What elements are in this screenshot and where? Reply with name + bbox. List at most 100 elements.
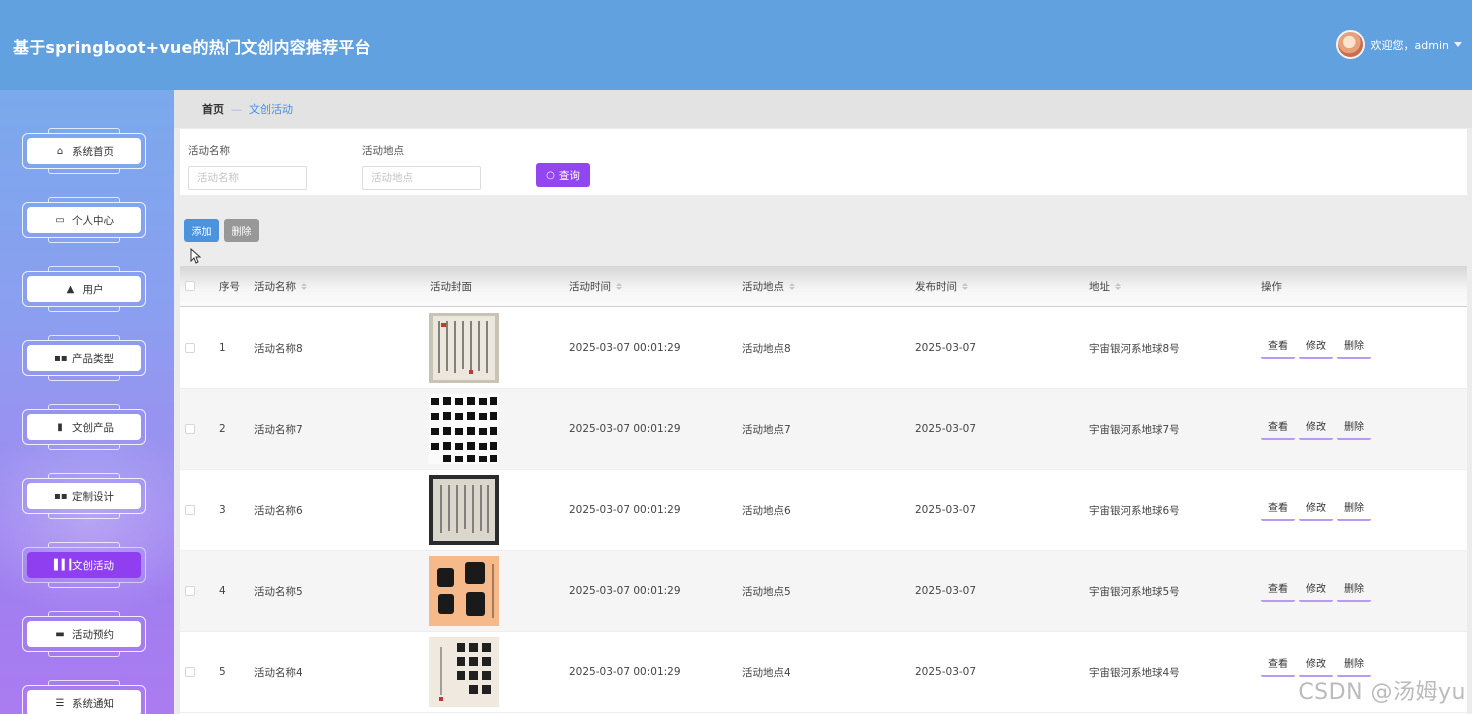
breadcrumb-separator: — — [231, 102, 242, 116]
sort-icon[interactable] — [301, 282, 307, 290]
delete-button[interactable]: 删除 — [1337, 337, 1371, 359]
view-button[interactable]: 查看 — [1261, 499, 1295, 521]
batch-delete-button[interactable]: 删除 — [224, 219, 259, 242]
sort-icon[interactable] — [1115, 282, 1121, 290]
row-address: 宇宙银河系地球8号 — [1089, 342, 1180, 355]
search-icon: ○ — [546, 169, 555, 181]
sidebar-item-label: 产品类型 — [72, 352, 114, 365]
row-checkbox[interactable] — [185, 505, 195, 515]
edit-button[interactable]: 修改 — [1299, 418, 1333, 440]
edit-button[interactable]: 修改 — [1299, 499, 1333, 521]
row-address: 宇宙银河系地球7号 — [1089, 423, 1180, 436]
location-filter: 活动地点 — [362, 143, 481, 190]
delete-button[interactable]: 删除 — [1337, 580, 1371, 602]
table-row: 1 活动名称8 2025-03-07 00:01:29 活动地点8 2025-0… — [180, 308, 1467, 389]
select-all-checkbox[interactable] — [185, 281, 195, 291]
delete-button[interactable]: 删除 — [1337, 499, 1371, 521]
sidebar-item-profile[interactable]: ▭ 个人中心 — [22, 197, 146, 243]
sidebar-item-product-types[interactable]: ▪▪ 产品类型 — [22, 335, 146, 381]
column-header-address[interactable]: 地址 — [1089, 266, 1121, 306]
row-cover — [429, 470, 499, 550]
query-button-label: 查询 — [558, 169, 580, 182]
delete-button[interactable]: 删除 — [1337, 418, 1371, 440]
sidebar-item-label: 系统首页 — [72, 145, 114, 158]
row-checkbox[interactable] — [185, 667, 195, 677]
location-search-input[interactable] — [362, 166, 481, 190]
menu-list-icon: ☰ — [55, 697, 65, 709]
column-header-index: 序号 — [219, 280, 240, 293]
home-icon: ⌂ — [56, 145, 64, 157]
main-content: 首页 — 文创活动 活动名称 活动地点 ○ 查询 添加 删除 序号 活动名称 活… — [174, 90, 1472, 714]
row-time: 2025-03-07 00:01:29 — [569, 504, 681, 516]
name-filter: 活动名称 — [188, 143, 307, 190]
edit-button[interactable]: 修改 — [1299, 337, 1333, 359]
search-panel: 活动名称 活动地点 ○ 查询 — [180, 129, 1467, 195]
sidebar-item-reservations[interactable]: ▬ 活动预约 — [22, 611, 146, 657]
app-title: 基于springboot+vue的热门文创内容推荐平台 — [13, 38, 371, 57]
grid-icon: ▪▪ — [54, 352, 68, 364]
avatar[interactable] — [1335, 30, 1365, 59]
name-search-input[interactable] — [188, 166, 307, 190]
view-button[interactable]: 查看 — [1261, 418, 1295, 440]
chevron-down-icon[interactable] — [1454, 42, 1462, 47]
name-filter-label: 活动名称 — [188, 145, 230, 157]
row-location: 活动地点5 — [742, 585, 791, 598]
column-header-actions: 操作 — [1261, 280, 1282, 293]
sidebar-item-label: 个人中心 — [72, 214, 114, 227]
activities-table: 序号 活动名称 活动封面 活动时间 活动地点 发布时间 地址 操作 1 活动名称… — [180, 266, 1467, 714]
breadcrumb-home[interactable]: 首页 — [202, 101, 224, 117]
sidebar-item-notices[interactable]: ☰ 系统通知 — [22, 680, 146, 714]
row-checkbox[interactable] — [185, 586, 195, 596]
view-button[interactable]: 查看 — [1261, 655, 1295, 677]
row-publish: 2025-03-07 — [915, 423, 977, 435]
sidebar-item-label: 文创产品 — [72, 421, 114, 434]
view-button[interactable]: 查看 — [1261, 580, 1295, 602]
row-index: 5 — [219, 666, 226, 678]
sidebar-item-users[interactable]: ▲ 用户 — [22, 266, 146, 312]
sidebar-item-activities[interactable]: ▌▍▎ 文创活动 — [22, 542, 146, 588]
query-button[interactable]: ○ 查询 — [536, 163, 590, 187]
row-checkbox[interactable] — [185, 424, 195, 434]
row-cover — [429, 308, 499, 388]
clipboard-icon: ▮ — [57, 421, 63, 433]
calligraphy-cover-image — [429, 556, 499, 626]
column-header-location[interactable]: 活动地点 — [742, 266, 795, 306]
sidebar-item-label: 文创活动 — [72, 559, 114, 572]
row-publish: 2025-03-07 — [915, 504, 977, 516]
column-header-cover: 活动封面 — [430, 280, 472, 293]
row-location: 活动地点7 — [742, 423, 791, 436]
grid-icon: ▪▪ — [54, 490, 68, 502]
sidebar-item-home[interactable]: ⌂ 系统首页 — [22, 128, 146, 174]
top-header: 基于springboot+vue的热门文创内容推荐平台 欢迎您，admin — [0, 0, 1472, 90]
view-button[interactable]: 查看 — [1261, 337, 1295, 359]
column-header-name[interactable]: 活动名称 — [254, 266, 307, 306]
row-index: 2 — [219, 423, 226, 435]
column-header-time[interactable]: 活动时间 — [569, 266, 622, 306]
add-button[interactable]: 添加 — [184, 219, 219, 242]
user-menu[interactable]: 欢迎您，admin — [1335, 30, 1462, 59]
watermark: CSDN @汤姆yu — [1298, 680, 1466, 705]
bar-chart-icon: ▌▍▎ — [54, 559, 78, 571]
row-address: 宇宙银河系地球4号 — [1089, 666, 1180, 679]
row-name: 活动名称8 — [254, 342, 303, 355]
row-address: 宇宙银河系地球5号 — [1089, 585, 1180, 598]
breadcrumb-current: 文创活动 — [249, 103, 293, 116]
calligraphy-cover-image — [429, 475, 499, 545]
profile-card-icon: ▭ — [55, 214, 65, 226]
row-checkbox[interactable] — [185, 343, 195, 353]
welcome-text: 欢迎您，admin — [1370, 38, 1449, 52]
user-icon: ▲ — [66, 283, 75, 295]
row-location: 活动地点4 — [742, 666, 791, 679]
column-header-publish[interactable]: 发布时间 — [915, 266, 968, 306]
sort-icon[interactable] — [616, 282, 622, 290]
edit-button[interactable]: 修改 — [1299, 580, 1333, 602]
row-publish: 2025-03-07 — [915, 585, 977, 597]
sidebar-item-label: 系统通知 — [72, 697, 114, 710]
row-cover — [429, 632, 499, 712]
sort-icon[interactable] — [962, 282, 968, 290]
row-address: 宇宙银河系地球6号 — [1089, 504, 1180, 517]
sidebar-item-custom-design[interactable]: ▪▪ 定制设计 — [22, 473, 146, 519]
sort-icon[interactable] — [789, 282, 795, 290]
row-name: 活动名称4 — [254, 666, 303, 679]
sidebar-item-products[interactable]: ▮ 文创产品 — [22, 404, 146, 450]
